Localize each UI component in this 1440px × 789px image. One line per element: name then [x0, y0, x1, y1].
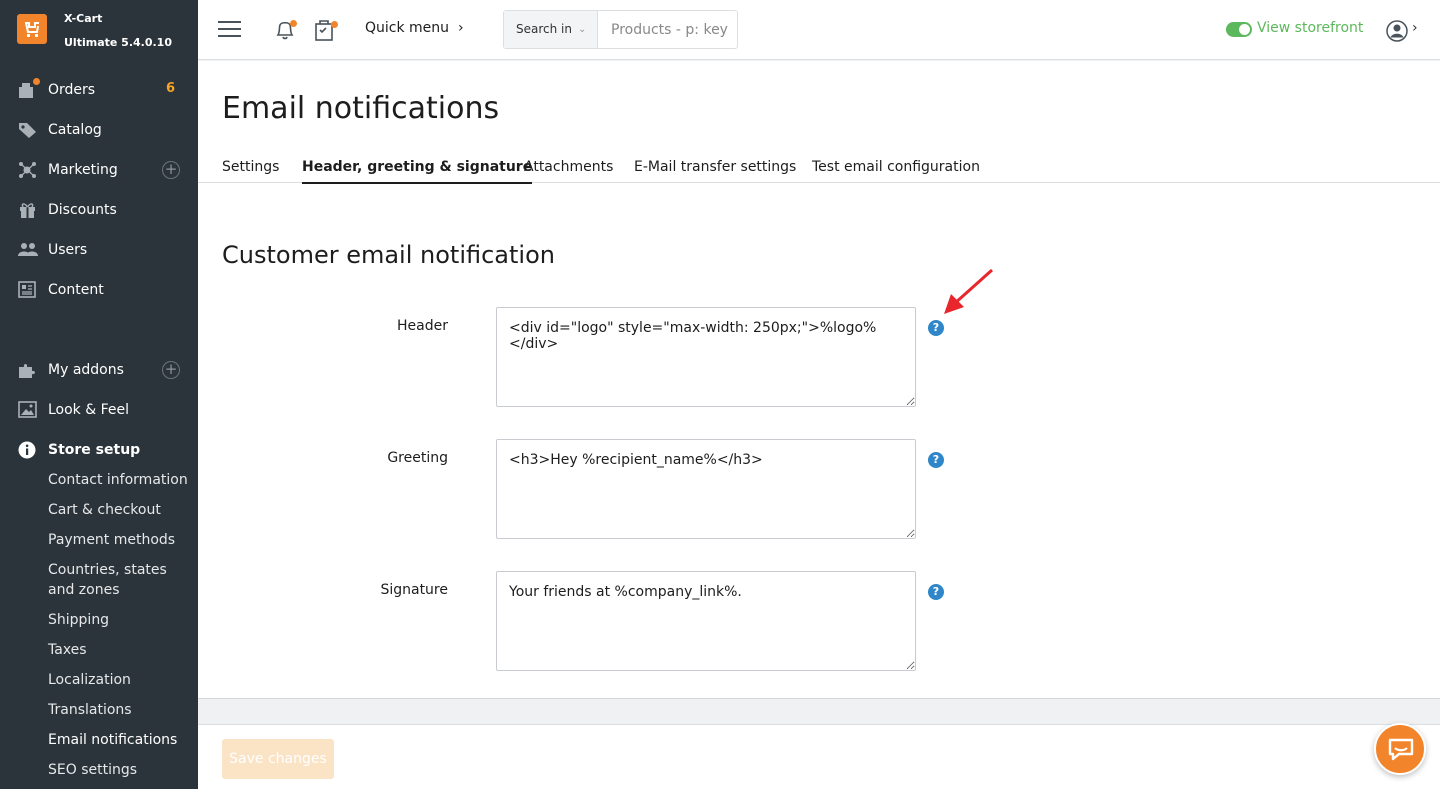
chat-bubble-icon — [1388, 738, 1414, 761]
sidebar-item-label: My addons — [48, 362, 124, 378]
sidebar-item-discounts[interactable]: Discounts — [0, 192, 198, 228]
gift-icon — [18, 201, 38, 219]
sidebar-sub-email-notifications[interactable]: Email notifications — [48, 730, 188, 750]
tab-attachments[interactable]: Attachments — [524, 159, 613, 183]
chat-button[interactable] — [1374, 723, 1426, 775]
view-storefront-link[interactable]: View storefront — [1257, 20, 1363, 36]
chevron-right-icon: › — [453, 20, 464, 36]
tab-test-email-configuration[interactable]: Test email configuration — [812, 159, 980, 183]
sidebar-item-label: Catalog — [48, 122, 102, 138]
user-profile-icon[interactable] — [1386, 20, 1408, 42]
content-icon — [18, 281, 38, 299]
search-in-dropdown[interactable]: Search in ⌄ — [504, 11, 598, 48]
sidebar-item-catalog[interactable]: Catalog — [0, 112, 198, 148]
sidebar-sub-contact-information[interactable]: Contact information — [48, 470, 188, 490]
signature-field-label: Signature — [380, 582, 448, 598]
header-textarea[interactable]: <div id="logo" style="max-width: 250px;"… — [496, 307, 916, 407]
image-icon — [18, 401, 38, 419]
sidebar-sub-cart-checkout[interactable]: Cart & checkout — [48, 500, 188, 520]
greeting-textarea[interactable]: <h3>Hey %recipient_name%</h3> — [496, 439, 916, 539]
sidebar-item-label: Orders — [48, 82, 96, 98]
sidebar-item-orders[interactable]: Orders 6 — [0, 72, 198, 108]
sidebar-sub-countries-states-zones[interactable]: Countries, states and zones — [48, 560, 188, 600]
orders-count-badge: 6 — [165, 81, 175, 96]
sidebar-sub-taxes[interactable]: Taxes — [48, 640, 188, 660]
sidebar-item-look-feel[interactable]: Look & Feel — [0, 392, 198, 428]
xcart-logo-icon — [17, 14, 47, 44]
sidebar-sub-payment-methods[interactable]: Payment methods — [48, 530, 188, 550]
header-field-label: Header — [397, 318, 448, 334]
quick-menu-button[interactable]: Quick menu › — [365, 20, 464, 36]
bell-alert-dot — [290, 20, 297, 27]
sidebar-sub-localization[interactable]: Localization — [48, 670, 188, 690]
sidebar-item-marketing[interactable]: Marketing + — [0, 152, 198, 188]
sidebar-sub-shipping[interactable]: Shipping — [48, 610, 188, 630]
marketing-icon — [18, 161, 38, 179]
brand[interactable]: X-Cart Ultimate 5.4.0.10 — [0, 0, 198, 60]
main-content: Email notifications Settings Header, gre… — [198, 61, 1440, 699]
tab-email-transfer-settings[interactable]: E-Mail transfer settings — [634, 159, 796, 183]
sidebar-item-label: Discounts — [48, 202, 117, 218]
section-title: Customer email notification — [222, 241, 555, 269]
tag-icon — [18, 121, 38, 139]
topbar: Quick menu › Search in ⌄ View storefront… — [198, 0, 1440, 60]
greeting-help-icon[interactable]: ? — [928, 452, 944, 468]
puzzle-icon — [18, 361, 38, 379]
sidebar-sub-seo-settings[interactable]: SEO settings — [48, 760, 188, 780]
hamburger-menu-icon[interactable] — [218, 19, 241, 39]
chevron-right-icon[interactable]: › — [1412, 20, 1418, 36]
signature-help-icon[interactable]: ? — [928, 584, 944, 600]
sidebar-item-content[interactable]: Content — [0, 272, 198, 308]
storefront-toggle[interactable] — [1226, 22, 1252, 37]
save-changes-button[interactable]: Save changes — [222, 739, 334, 779]
sidebar-item-users[interactable]: Users — [0, 232, 198, 268]
info-icon — [18, 441, 38, 459]
sidebar-item-label: Store setup — [48, 442, 141, 458]
tasks-alert-dot — [331, 21, 338, 28]
brand-name: X-Cart — [64, 12, 103, 25]
bell-icon[interactable] — [274, 18, 297, 42]
sidebar-item-my-addons[interactable]: My addons + — [0, 352, 198, 388]
users-icon — [18, 241, 38, 259]
tab-header-greeting-signature[interactable]: Header, greeting & signature — [302, 159, 533, 184]
add-addon-icon[interactable]: + — [162, 361, 180, 379]
signature-textarea[interactable]: Your friends at %company_link%. — [496, 571, 916, 671]
sidebar-item-label: Marketing — [48, 162, 118, 178]
page-title: Email notifications — [222, 91, 500, 126]
search-input[interactable] — [599, 11, 737, 48]
search-box: Search in ⌄ — [503, 10, 738, 49]
tasks-icon[interactable] — [314, 18, 338, 42]
sidebar-item-label: Look & Feel — [48, 402, 130, 418]
sidebar-item-label: Users — [48, 242, 88, 258]
sidebar-item-store-setup[interactable]: Store setup — [0, 432, 198, 468]
search-in-label: Search in — [516, 22, 572, 36]
chevron-down-icon: ⌄ — [578, 24, 587, 35]
sidebar: X-Cart Ultimate 5.4.0.10 Orders 6 Catalo… — [0, 0, 198, 789]
brand-version: Ultimate 5.4.0.10 — [64, 36, 172, 49]
orders-icon — [18, 78, 40, 99]
tab-settings[interactable]: Settings — [222, 159, 279, 183]
add-marketing-icon[interactable]: + — [162, 161, 180, 179]
greeting-field-label: Greeting — [387, 450, 448, 466]
orders-alert-dot — [33, 78, 40, 85]
annotation-arrow-icon — [940, 268, 996, 328]
sidebar-sub-translations[interactable]: Translations — [48, 700, 188, 720]
sidebar-item-label: Content — [48, 282, 104, 298]
tabs-bar: Settings Header, greeting & signature At… — [198, 159, 1440, 184]
footer-bar: Save changes — [198, 724, 1440, 789]
quick-menu-label: Quick menu — [365, 20, 450, 36]
